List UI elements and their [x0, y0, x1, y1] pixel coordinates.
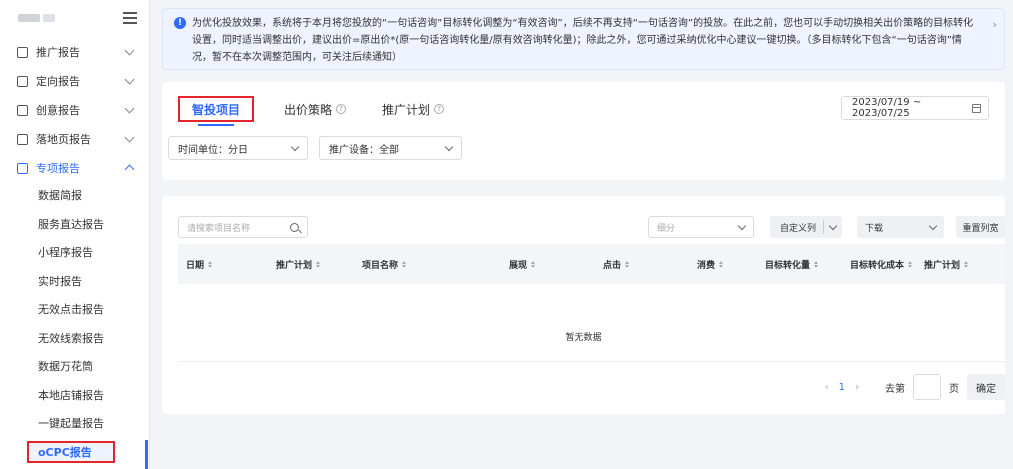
date-range-text: 2023/07/19 ~ 2023/07/25: [852, 97, 922, 119]
column-header-target-conversion-cost[interactable]: 目标转化成本: [850, 244, 913, 284]
sidebar-active-indicator: [145, 440, 148, 469]
chevron-down-icon: [124, 45, 135, 56]
sidebar-subitem-invalid-click[interactable]: 无效点击报告: [0, 295, 149, 324]
logo: [18, 14, 55, 22]
notice-banner: ! 为优化投放效果，系统将于本月将您投放的“一句话咨询”目标转化调整为“有效咨询…: [162, 8, 1005, 70]
notice-text: 为优化投放效果，系统将于本月将您投放的“一句话咨询”目标转化调整为“有效咨询”，…: [192, 18, 974, 63]
sidebar-item-promotion-report[interactable]: 推广报告: [0, 39, 149, 65]
chevron-down-icon: [124, 103, 135, 114]
next-page-icon[interactable]: ›: [855, 382, 859, 393]
sort-icon: [531, 260, 536, 268]
sidebar-header: [0, 0, 149, 36]
sidebar-subitem-local-store[interactable]: 本地店铺报告: [0, 381, 149, 410]
chevron-down-icon[interactable]: [824, 221, 842, 230]
empty-state-text: 暂无数据: [565, 333, 602, 343]
tab-bid-strategy[interactable]: 出价策略 ?: [284, 96, 347, 122]
sort-icon: [625, 260, 630, 268]
tab-promotion-plan[interactable]: 推广计划 ?: [382, 96, 445, 122]
chevron-down-icon: [124, 132, 135, 143]
sort-icon: [402, 260, 407, 268]
prev-page-icon[interactable]: ‹: [825, 382, 829, 393]
tab-label: 出价策略: [284, 102, 333, 117]
device-value: 推广设备：全部: [329, 144, 399, 156]
sort-icon: [814, 260, 819, 268]
chevron-up-icon: [124, 164, 135, 175]
sort-icon: [316, 260, 321, 268]
info-icon: !: [174, 17, 186, 29]
landing-page-icon: [17, 133, 28, 145]
column-header-date[interactable]: 日期: [186, 244, 213, 284]
column-header-plan-2[interactable]: 推广计划: [924, 244, 969, 284]
column-header-plan[interactable]: 推广计划: [276, 244, 321, 284]
report-tabs: 智投项目 出价策略 ? 推广计划 ?: [178, 96, 480, 122]
calendar-icon: [971, 103, 981, 113]
sidebar-item-targeting-report[interactable]: 定向报告: [0, 68, 149, 94]
column-header-cost[interactable]: 消费: [697, 244, 724, 284]
page-unit-label: 页: [949, 383, 959, 395]
custom-columns-button[interactable]: 自定义列: [770, 216, 843, 238]
chevron-down-icon: [444, 142, 454, 151]
target-icon: [17, 75, 28, 87]
goto-page-input[interactable]: [913, 374, 941, 400]
time-unit-value: 时间单位：分日: [178, 144, 248, 156]
sidebar-subitem-mini-program[interactable]: 小程序报告: [0, 238, 149, 267]
column-header-clicks[interactable]: 点击: [603, 244, 630, 284]
sidebar-subitem-one-click-boost[interactable]: 一键起量报告: [0, 409, 149, 438]
column-header-impressions[interactable]: 展现: [509, 244, 536, 284]
project-search-input[interactable]: 请搜索项目名称: [178, 216, 308, 238]
download-label: 下载: [865, 223, 884, 234]
sidebar-subitem-ocpc[interactable]: oCPC报告: [27, 440, 115, 463]
date-range-picker[interactable]: 2023/07/19 ~ 2023/07/25: [841, 96, 989, 120]
tab-label: 智投项目: [192, 102, 241, 117]
menu-collapse-icon[interactable]: [123, 12, 137, 24]
sidebar-subitem-data-brief[interactable]: 数据简报: [0, 181, 149, 210]
creative-icon: [17, 104, 28, 116]
chevron-down-icon: [737, 221, 747, 230]
column-header-project-name[interactable]: 项目名称: [362, 244, 407, 284]
sidebar-item-landing-page-report[interactable]: 落地页报告: [0, 126, 149, 152]
reset-column-width-button[interactable]: 重置列宽: [956, 216, 1005, 238]
segment-placeholder: 细分: [657, 223, 676, 234]
chevron-down-icon: [290, 142, 300, 151]
special-report-icon: [17, 162, 28, 174]
table-toolbar: 请搜索项目名称 细分 自定义列 下载 重置列宽: [178, 216, 1005, 240]
search-icon: [290, 222, 299, 232]
sidebar-subitem-invalid-lead[interactable]: 无效线索报告: [0, 324, 149, 353]
sort-icon: [208, 260, 213, 268]
table-header: 日期 推广计划 项目名称 展现 点击 消费 目标转化量 目标转化成本 推广计划: [178, 244, 1005, 284]
custom-columns-label: 自定义列: [780, 223, 817, 234]
tab-label: 推广计划: [382, 102, 431, 117]
goto-label: 去第: [885, 383, 905, 395]
time-unit-select[interactable]: 时间单位：分日: [168, 136, 308, 160]
sort-icon: [719, 260, 724, 268]
sidebar-item-special-report[interactable]: 专项报告: [0, 155, 149, 181]
sidebar-subitem-service-direct[interactable]: 服务直达报告: [0, 210, 149, 239]
chevron-down-icon: [124, 74, 135, 85]
notice-expand-icon[interactable]: ›: [993, 16, 997, 33]
page-number[interactable]: 1: [839, 382, 845, 393]
report-icon: [17, 46, 28, 58]
chevron-down-icon: [928, 221, 938, 230]
pagination: ‹ 1 › 去第 页 确定: [819, 374, 1005, 400]
help-icon[interactable]: ?: [434, 104, 445, 114]
sort-icon: [964, 260, 969, 268]
segment-select[interactable]: 细分: [648, 216, 754, 238]
sidebar-subitem-data-kaleidoscope[interactable]: 数据万花筒: [0, 352, 149, 381]
help-icon[interactable]: ?: [336, 104, 347, 114]
device-select[interactable]: 推广设备：全部: [319, 136, 462, 160]
data-table-panel: 请搜索项目名称 细分 自定义列 下载 重置列宽 日期 推广计划 项目名称 展现 …: [162, 196, 1005, 414]
download-select[interactable]: 下载: [857, 216, 944, 238]
confirm-page-button[interactable]: 确定: [967, 374, 1005, 400]
active-tab-underline: [198, 124, 234, 126]
sidebar: 推广报告 定向报告 创意报告 落地页报告 专项报告 数据简报 服务直达报告 小程…: [0, 0, 150, 469]
search-placeholder: 请搜索项目名称: [187, 223, 251, 234]
sidebar-subitem-realtime[interactable]: 实时报告: [0, 267, 149, 296]
sidebar-item-creative-report[interactable]: 创意报告: [0, 97, 149, 123]
column-header-target-conversions[interactable]: 目标转化量: [765, 244, 819, 284]
filter-row: 时间单位：分日 推广设备：全部: [168, 136, 462, 160]
sort-icon: [908, 260, 913, 268]
filter-panel: 智投项目 出价策略 ? 推广计划 ? 2023/07/19 ~ 2023/07/…: [162, 82, 1005, 180]
tab-smart-project[interactable]: 智投项目: [178, 96, 255, 122]
table-divider: [178, 361, 1005, 362]
